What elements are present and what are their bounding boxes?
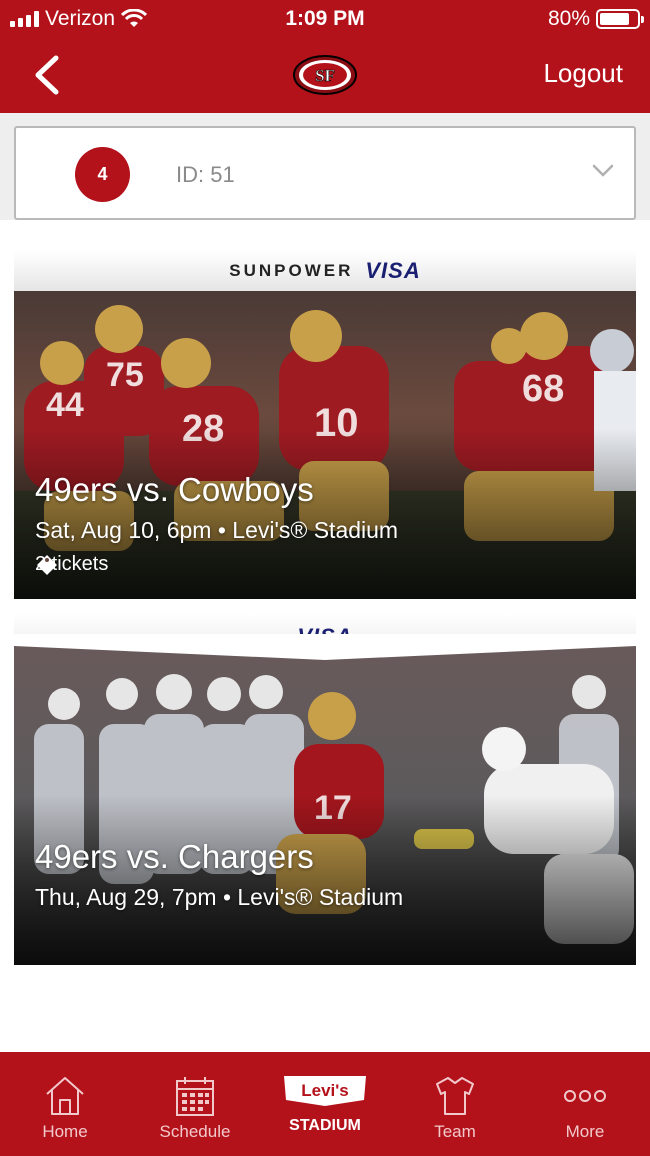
logo-text: SF [315, 66, 335, 85]
ticket-count: 2 tickets [35, 553, 108, 576]
tab-home-label: Home [42, 1122, 88, 1141]
photo-overlay [14, 795, 636, 965]
status-bar: Verizon 1:09 PM 80% [0, 0, 650, 38]
visa-logo: VISA [365, 258, 421, 283]
svg-text:44: 44 [46, 386, 84, 424]
tab-team-label: Team [434, 1122, 476, 1141]
event-title: 49ers vs. Cowboys [35, 471, 314, 508]
home-icon [46, 1077, 84, 1115]
tab-schedule[interactable]: Schedule [130, 1052, 260, 1156]
svg-text:68: 68 [522, 368, 564, 410]
tab-home[interactable]: Home [0, 1052, 130, 1156]
tab-more[interactable]: More [520, 1052, 650, 1156]
stadium-wordmark: STADIUM [289, 1117, 361, 1134]
logout-button[interactable]: Logout [543, 58, 623, 89]
svg-text:75: 75 [106, 356, 144, 394]
battery-icon [596, 9, 644, 29]
more-dots-icon [564, 1090, 606, 1102]
sunpower-logo: SUNPOWER [229, 261, 354, 280]
tab-team[interactable]: Team [390, 1052, 520, 1156]
account-selector[interactable]: 4 ID: 51 [14, 126, 636, 220]
account-id: ID: 51 [176, 162, 235, 187]
event-card[interactable]: VISA [14, 614, 636, 965]
back-button[interactable] [28, 52, 68, 98]
levis-wordmark: Levi's [301, 1081, 349, 1100]
sponsor-banner: SUNPOWER VISA [14, 251, 636, 291]
event-title: 49ers vs. Chargers [35, 838, 314, 875]
account-badge: 4 [75, 147, 130, 202]
event-details: Sat, Aug 10, 6pm • Levi's® Stadium [35, 517, 399, 543]
calendar-icon [176, 1077, 214, 1116]
event-card[interactable]: SUNPOWER VISA 44 75 10 68 49ers vs. Cowb… [14, 251, 636, 599]
tab-schedule-label: Schedule [159, 1122, 231, 1141]
tab-levis-stadium[interactable]: Levi's STADIUM [260, 1052, 390, 1156]
levis-stadium-logo: Levi's STADIUM [284, 1076, 366, 1134]
event-photo: 44 75 28 10 68 49ers vs. Cowboys Sat, Au… [14, 291, 636, 599]
battery-group: 80% [547, 7, 644, 31]
chevron-down-icon [592, 164, 614, 177]
tab-bar: Home Schedule Levi's STADIUM Team More [0, 1052, 650, 1156]
event-details: Thu, Aug 29, 7pm • Levi's® Stadium [35, 884, 404, 910]
jersey-icon [436, 1077, 474, 1115]
event-photo: 17 49ers vs. Chargers Thu, Aug 29, 7pm •… [14, 634, 636, 965]
tab-more-label: More [565, 1122, 605, 1141]
49ers-logo: SF [293, 55, 357, 95]
ticket-icon [37, 555, 57, 575]
nav-bar: SF Logout [0, 38, 650, 113]
battery-percent: 80% [547, 7, 590, 30]
